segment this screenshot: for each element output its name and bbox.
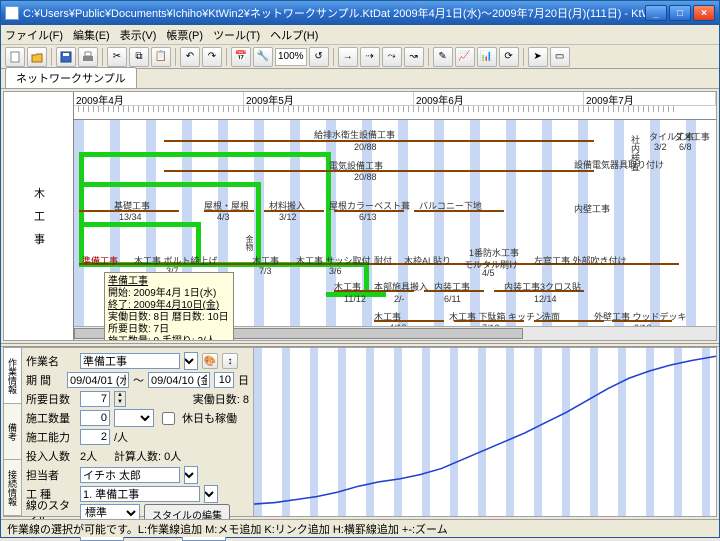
copy-button[interactable]: ⧉: [129, 47, 149, 67]
calc-count-label: 計算人数: 0人: [114, 448, 181, 464]
color-icon[interactable]: 🎨: [202, 353, 218, 369]
redo-button[interactable]: ↷: [202, 47, 222, 67]
zoom-reset-button[interactable]: ↺: [309, 47, 329, 67]
assignee-label: 担当者: [26, 467, 76, 483]
minimize-button[interactable]: _: [645, 5, 667, 21]
refresh-button[interactable]: ⟳: [499, 47, 519, 67]
tool-button[interactable]: 🔧: [253, 47, 273, 67]
arrow1-button[interactable]: →: [338, 47, 358, 67]
chart-icon[interactable]: 📈: [455, 47, 475, 67]
menu-tool[interactable]: ツール(T): [213, 27, 260, 43]
efficiency-input[interactable]: [80, 429, 110, 445]
tab-task-info[interactable]: 作業情報: [4, 348, 21, 404]
print-button[interactable]: [78, 47, 98, 67]
chart2-icon[interactable]: 📊: [477, 47, 497, 67]
name-dropdown[interactable]: [184, 352, 198, 370]
close-button[interactable]: ×: [693, 5, 715, 21]
quantity-unit-dropdown[interactable]: [114, 409, 154, 427]
new-button[interactable]: [5, 47, 25, 67]
select-button[interactable]: ▭: [550, 47, 570, 67]
quantity-input[interactable]: [80, 410, 110, 426]
menu-help[interactable]: ヘルプ(H): [270, 27, 318, 43]
menu-file[interactable]: ファイル(F): [5, 27, 63, 43]
name-label: 作業名: [26, 353, 76, 369]
input-count-label: 投入人数: [26, 448, 76, 464]
arrow3-button[interactable]: ⤳: [382, 47, 402, 67]
period-label: 期 間: [26, 372, 63, 388]
assignee-dropdown[interactable]: [184, 466, 198, 484]
document-tab[interactable]: ネットワークサンプル: [5, 67, 137, 88]
arrow2-button[interactable]: ⇢: [360, 47, 380, 67]
cut-button[interactable]: ✂: [107, 47, 127, 67]
assignee-input[interactable]: [80, 467, 180, 483]
properties-panel: 作業名 🎨 ↕ 期 間 ～ 日 所要日数 ▲▼: [22, 348, 254, 516]
menu-book[interactable]: 帳票(P): [166, 27, 203, 43]
timeline-header: 2009年4月 2009年5月 2009年6月 2009年7月: [74, 92, 716, 120]
chart-grid: 給排水衛生設備工事 20/88 電気設備工事 20/88 基礎工事 13/34 …: [74, 120, 716, 340]
tab-connection[interactable]: 接続情報: [4, 460, 21, 516]
tab-memo[interactable]: 備考: [4, 404, 21, 460]
main-window: C:¥Users¥Public¥Documents¥Ichiho¥KtWin2¥…: [0, 0, 720, 538]
calendar-button[interactable]: 📅: [231, 47, 251, 67]
save-button[interactable]: [56, 47, 76, 67]
menubar: ファイル(F) 編集(E) 表示(V) 帳票(P) ツール(T) ヘルプ(H): [1, 25, 719, 45]
task-tooltip: 準備工事 開始: 2009年4月 1日(水) 終了: 2009年4月10日(金)…: [104, 272, 234, 341]
row-header: 木 工 事: [4, 92, 74, 340]
property-tabs: 作業情報 備考 接続情報: [4, 348, 22, 516]
titlebar: C:¥Users¥Public¥Documents¥Ichiho¥KtWin2¥…: [1, 1, 719, 25]
period-from-input[interactable]: [67, 372, 129, 388]
undo-button[interactable]: ↶: [180, 47, 200, 67]
name-input[interactable]: [80, 353, 180, 369]
actual-days-label: 実働日数: 8: [193, 391, 249, 407]
period-to-input[interactable]: [148, 372, 210, 388]
app-icon: [5, 6, 19, 20]
efficiency-label: 施工能力: [26, 429, 76, 445]
progress-chart[interactable]: [254, 348, 716, 516]
menu-view[interactable]: 表示(V): [120, 27, 157, 43]
menu-edit[interactable]: 編集(E): [73, 27, 110, 43]
required-input[interactable]: [80, 391, 110, 407]
statusbar: 作業線の選択が可能です。L:作業線追加 M:メモ追加 K:リンク追加 H:横罫線…: [1, 519, 719, 537]
zoom-field[interactable]: 100%: [275, 48, 307, 66]
toolbar: ✂ ⧉ 📋 ↶ ↷ 📅 🔧 100% ↺ → ⇢ ⤳ ↝ ✎ 📈 📊 ⟳ ➤ ▭: [1, 45, 719, 69]
period-days-input[interactable]: [214, 372, 234, 388]
holiday-label: 休日も稼働: [182, 410, 237, 426]
paste-button[interactable]: 📋: [151, 47, 171, 67]
required-spinner[interactable]: ▲▼: [114, 391, 126, 407]
pointer-button[interactable]: ➤: [528, 47, 548, 67]
network-chart[interactable]: 木 工 事 2009年4月 2009年5月 2009年6月 2009年7月: [3, 91, 717, 341]
open-button[interactable]: [27, 47, 47, 67]
window-title: C:¥Users¥Public¥Documents¥Ichiho¥KtWin2¥…: [23, 5, 645, 21]
worktype-input[interactable]: [80, 486, 200, 502]
worktype-dropdown[interactable]: [204, 485, 218, 503]
expand-icon[interactable]: ↕: [222, 353, 238, 369]
holiday-checkbox[interactable]: [162, 412, 175, 425]
pencil-button[interactable]: ✎: [433, 47, 453, 67]
quantity-label: 施工数量: [26, 410, 76, 426]
tabbar: ネットワークサンプル: [1, 69, 719, 89]
arrow4-button[interactable]: ↝: [404, 47, 424, 67]
required-label: 所要日数: [26, 391, 76, 407]
maximize-button[interactable]: □: [669, 5, 691, 21]
